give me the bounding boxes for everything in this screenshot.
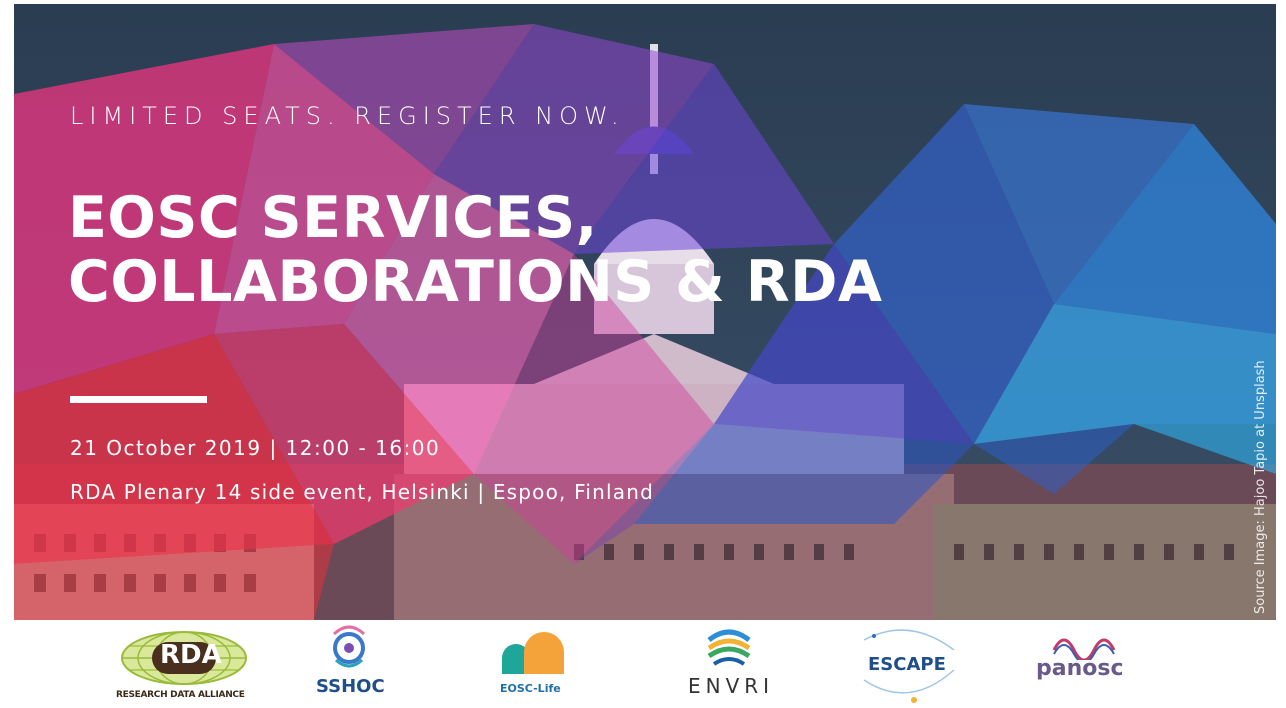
eosc-life-clouds-icon xyxy=(502,632,564,674)
event-title: EOSC SERVICES, COLLABORATIONS & RDA xyxy=(68,186,883,314)
event-venue: RDA Plenary 14 side event, Helsinki | Es… xyxy=(70,480,655,504)
envri-logo[interactable]: ENVRI xyxy=(674,620,784,708)
rda-logo-caption: RESEARCH DATA ALLIANCE xyxy=(116,690,245,700)
panosc-wave-icon xyxy=(1052,638,1116,664)
eosc-life-logo[interactable]: EOSC-Life xyxy=(482,620,582,708)
event-title-line-2: COLLABORATIONS & RDA xyxy=(68,249,883,315)
panosc-logo-caption: panosc xyxy=(1036,656,1124,681)
sshoc-swirl-icon xyxy=(332,625,366,668)
title-divider xyxy=(70,396,207,403)
rda-logo-mark: RDA xyxy=(160,640,222,670)
event-banner: LIMITED SEATS. REGISTER NOW. EOSC SERVIC… xyxy=(14,4,1276,620)
partner-logos-strip: RDA RESEARCH DATA ALLIANCE SSHOC EOSC-Li… xyxy=(14,620,1276,708)
escape-logo-caption: ESCAPE xyxy=(868,654,946,675)
event-date-time: 21 October 2019 | 12:00 - 16:00 xyxy=(70,436,441,460)
sshoc-logo-caption: SSHOC xyxy=(316,676,385,697)
panosc-logo[interactable]: panosc xyxy=(1024,620,1154,708)
envri-logo-caption: ENVRI xyxy=(688,674,775,698)
escape-logo[interactable]: ESCAPE xyxy=(854,620,964,708)
rda-logo[interactable]: RDA RESEARCH DATA ALLIANCE xyxy=(114,620,254,708)
event-title-line-1: EOSC SERVICES, xyxy=(68,185,598,251)
eosc-life-logo-caption: EOSC-Life xyxy=(500,682,561,695)
sshoc-logo[interactable]: SSHOC xyxy=(304,620,394,708)
image-credit: Source Image: Hajoo Tapio at Unsplash xyxy=(1253,360,1268,614)
envri-waves-icon xyxy=(707,629,751,666)
tagline: LIMITED SEATS. REGISTER NOW. xyxy=(70,102,625,130)
